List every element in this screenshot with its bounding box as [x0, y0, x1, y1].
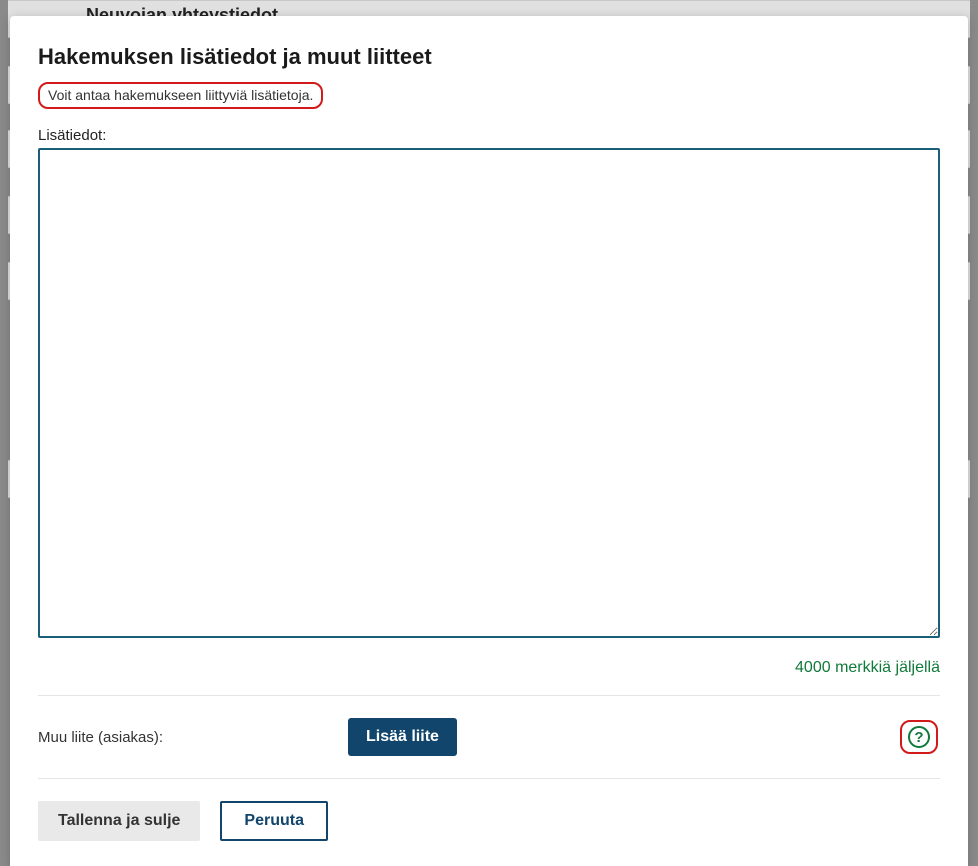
- modal-title: Hakemuksen lisätiedot ja muut liitteet: [38, 44, 940, 70]
- lisatiedot-textarea[interactable]: [38, 148, 940, 638]
- modal-footer: Tallenna ja sulje Peruuta: [38, 779, 940, 841]
- intro-text-callout: Voit antaa hakemukseen liittyviä lisätie…: [38, 82, 323, 109]
- cancel-button[interactable]: Peruuta: [220, 801, 328, 841]
- modal-dialog: Hakemuksen lisätiedot ja muut liitteet V…: [10, 16, 968, 866]
- add-attachment-button[interactable]: Lisää liite: [348, 718, 457, 756]
- lisatiedot-label: Lisätiedot:: [38, 127, 940, 144]
- help-callout: ?: [900, 720, 938, 754]
- save-close-button[interactable]: Tallenna ja sulje: [38, 801, 200, 841]
- attachment-label: Muu liite (asiakas):: [38, 729, 348, 746]
- attachment-row: Muu liite (asiakas): Lisää liite ?: [38, 696, 940, 778]
- character-counter: 4000 merkkiä jäljellä: [38, 659, 940, 677]
- help-icon[interactable]: ?: [908, 726, 930, 748]
